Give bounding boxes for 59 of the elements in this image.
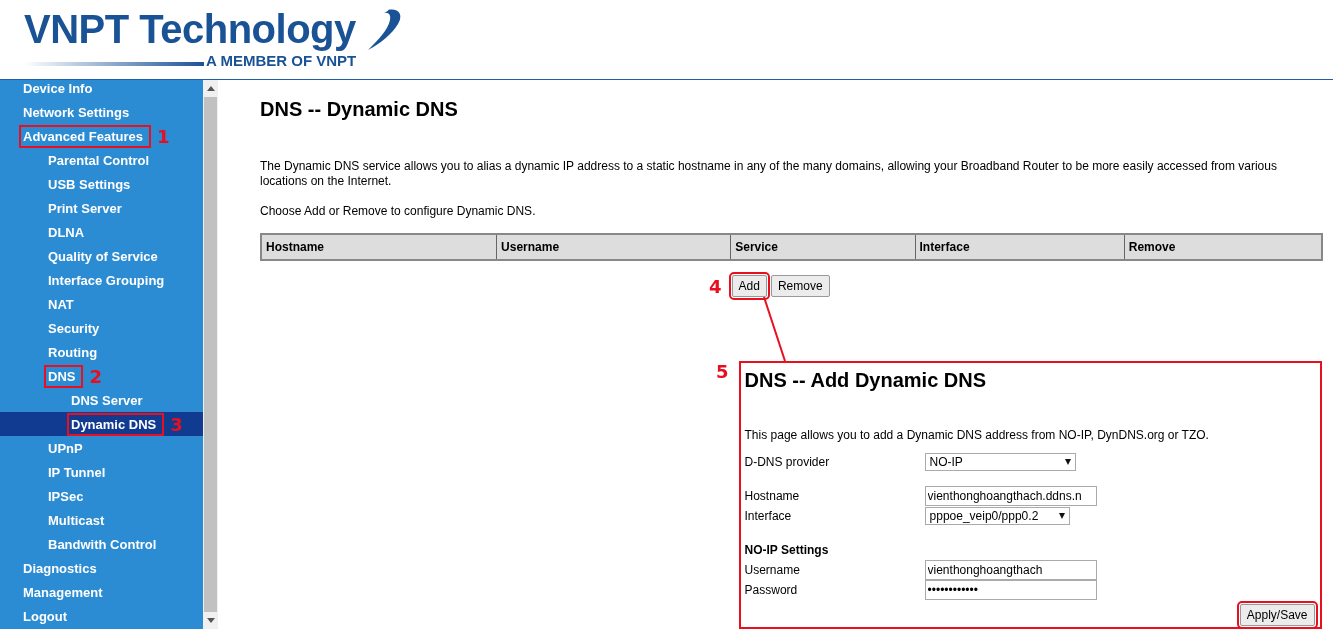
scroll-up-icon[interactable] [206,86,215,91]
field-label: Username [744,563,801,577]
nav-row[interactable]: DLNA [0,220,203,244]
input-field[interactable]: •••••••••••• [924,580,1097,600]
nav-row[interactable]: Interface Grouping [0,268,203,292]
input-field[interactable]: vienthonghoangthach [924,560,1097,580]
nav-row[interactable]: Device Info [0,76,203,100]
nav-row[interactable]: IP Tunnel [0,460,203,484]
caret-icon [1064,459,1071,465]
caret-icon [1058,513,1065,519]
instruction-text: Choose Add or Remove to configure Dynamic DNS. [260,204,537,218]
action-button[interactable]: Add [731,275,767,297]
nav-row[interactable]: Diagnostics [0,556,203,580]
nav-row[interactable]: NAT [0,292,203,316]
scrollbar[interactable] [203,80,218,629]
dropdown[interactable]: NO-IP [924,453,1076,471]
nav-row[interactable]: IPSec [0,484,203,508]
callout-number: 2 [89,365,102,387]
callout-number: 3 [170,413,183,435]
nav-row[interactable]: Bandwith Control [0,532,203,556]
page-title: DNS -- Dynamic DNS [260,98,459,121]
callout-number: 4 [709,275,722,297]
callout-number: 1 [156,125,170,147]
column-header: Username [496,235,731,259]
panel-title: DNS -- Add Dynamic DNS [744,369,988,392]
column-header: Interface [914,235,1124,259]
field-label: Hostname [744,489,801,503]
nav-row[interactable]: Multicast [0,508,203,532]
field-label: Interface [744,509,793,523]
nav-row[interactable]: USB Settings [0,172,203,196]
nav-row[interactable]: Routing [0,340,203,364]
nav-row[interactable]: Advanced Features 1 [0,124,203,148]
logo-wordmark: VNPT Technology [24,6,356,52]
nav-row[interactable]: Quality of Service [0,244,203,268]
input-field[interactable]: vienthonghoangthach.ddns.n [924,486,1097,506]
field-label: Password [744,583,799,597]
panel-description: This page allows you to add a Dynamic DNS address from NO-IP, DynDNS.org or TZO. [744,428,1210,442]
nav-row[interactable]: UPnP [0,436,203,460]
column-header: Remove [1123,235,1321,259]
dropdown[interactable]: pppoe_veip0/ppp0.2 [924,507,1070,525]
selected-nav-row[interactable]: Dynamic DNS 3 [0,412,203,436]
nav-row[interactable]: Logout [0,604,203,628]
apply-save-button[interactable]: Apply/Save [1239,604,1315,626]
column-header: Hostname [262,235,497,259]
nav-row[interactable]: DNS Server [0,388,203,412]
field-label: D-DNS provider [744,455,831,469]
callout-number: 5 [716,361,729,382]
description-text: The Dynamic DNS service allows you to alias a dynamic IP address to a static hostname in any of the many domains, allowing your Broadband Router to be more easily accessed from various locations on the Internet. [260,159,1278,189]
nav-row[interactable]: Security [0,316,203,340]
nav-row[interactable]: Network Settings [0,100,203,124]
column-header: Service [730,235,915,259]
action-button[interactable]: Remove [770,275,830,297]
section-heading: NO-IP Settings [744,543,829,557]
logo-tagline: A MEMBER OF VNPT [206,52,357,69]
nav-row[interactable]: Parental Control [0,148,203,172]
nav-row[interactable]: Management [0,580,203,604]
nav-row[interactable]: DNS 2 [0,364,203,388]
scroll-down-icon[interactable] [206,618,215,623]
nav-row[interactable]: Print Server [0,196,203,220]
